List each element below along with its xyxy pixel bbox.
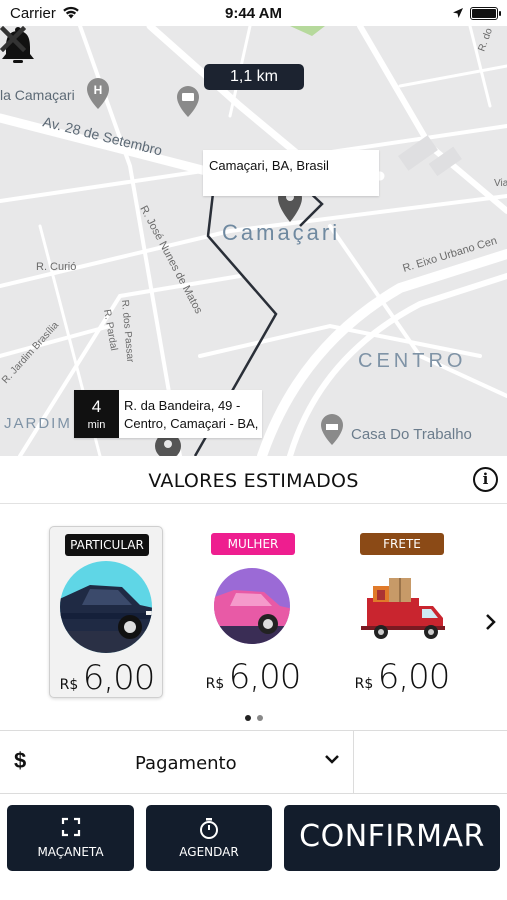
svg-text:Casa Do Trabalho: Casa Do Trabalho — [351, 426, 472, 443]
schedule-button[interactable]: AGENDAR — [146, 805, 272, 871]
chevron-down-icon[interactable] — [324, 753, 340, 765]
ride-option-particular[interactable]: PARTICULAR R$ 6,00 — [49, 526, 163, 698]
estimates-title: VALORES ESTIMADOS — [148, 470, 359, 492]
svg-text:Via: Via — [494, 178, 507, 189]
payment-row: $ Pagamento — [0, 730, 507, 795]
page-dot[interactable] — [256, 715, 263, 721]
ride-options: PARTICULAR R$ 6,00 MULHER R$ 6,00 FRETE … — [0, 504, 507, 729]
svg-text:Camaçari: Camaçari — [222, 220, 340, 245]
eta-value: 4 — [91, 397, 102, 416]
svg-text:R. Curió: R. Curió — [36, 261, 76, 273]
location-arrow-icon — [453, 8, 463, 18]
price-currency: R$ — [205, 676, 225, 692]
divider — [353, 731, 354, 795]
price-value: 6,00 — [377, 657, 451, 697]
handle-button[interactable]: MAÇANETA — [7, 805, 134, 871]
car-icon — [60, 561, 152, 653]
map-view[interactable]: H la Camaçari Av. 28 de Setembro Camaçar… — [0, 26, 507, 456]
truck-icon — [361, 578, 445, 639]
clock: 9:44 AM — [225, 5, 282, 22]
schedule-label: AGENDAR — [179, 845, 239, 859]
chevron-right-icon[interactable] — [485, 613, 497, 631]
pickup-address: R. da Bandeira, 49 - Centro, Camaçari - … — [124, 397, 260, 433]
pagination-dots[interactable] — [0, 708, 507, 726]
battery-icon — [470, 7, 501, 20]
page-dot[interactable] — [244, 715, 251, 721]
eta-unit: min — [87, 419, 106, 431]
price-value: 6,00 — [228, 657, 302, 697]
distance-badge: 1,1 km — [204, 64, 304, 90]
price: R$ 6,00 — [345, 657, 459, 697]
stopwatch-icon — [200, 818, 218, 839]
status-bar: Carrier 9:44 AM — [0, 0, 507, 26]
destination-callout[interactable]: Camaçari, BA, Brasil — [203, 150, 379, 196]
handle-label: MAÇANETA — [37, 845, 104, 859]
ride-option-frete[interactable]: FRETE R$ 6,00 — [345, 526, 459, 698]
price-currency: R$ — [59, 677, 79, 693]
svg-text:CENTRO: CENTRO — [358, 350, 466, 372]
category-badge: PARTICULAR — [65, 534, 149, 556]
action-bar: MAÇANETA AGENDAR CONFIRMAR — [0, 794, 507, 900]
estimates-header: VALORES ESTIMADOS i — [0, 456, 507, 504]
confirm-label: CONFIRMAR — [299, 819, 485, 854]
category-badge: MULHER — [211, 533, 295, 555]
price: R$ 6,00 — [196, 657, 310, 697]
price-value: 6,00 — [82, 658, 156, 698]
eta-box: 4 min — [74, 390, 119, 438]
confirm-button[interactable]: CONFIRMAR — [284, 805, 500, 871]
close-icon[interactable] — [0, 26, 26, 52]
price-currency: R$ — [354, 676, 374, 692]
category-badge: FRETE — [360, 533, 444, 555]
info-icon[interactable]: i — [473, 467, 498, 492]
pickup-callout[interactable]: 4 min R. da Bandeira, 49 - Centro, Camaç… — [74, 390, 262, 438]
dollar-icon: $ — [14, 748, 27, 773]
svg-text:H: H — [94, 83, 103, 97]
expand-icon — [61, 817, 80, 837]
pickup-address-line2: Centro, Camaçari - BA, — [124, 416, 259, 431]
pink-car-icon — [214, 568, 290, 644]
svg-text:la Camaçari: la Camaçari — [0, 87, 75, 103]
payment-select[interactable]: Pagamento — [135, 753, 237, 774]
price: R$ 6,00 — [50, 658, 164, 698]
pickup-address-line1: R. da Bandeira, 49 - — [124, 398, 241, 413]
ride-option-mulher[interactable]: MULHER R$ 6,00 — [196, 526, 310, 698]
